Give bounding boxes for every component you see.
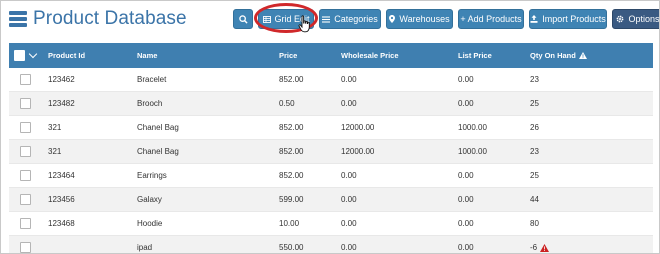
cell-price: 10.00 xyxy=(279,219,300,228)
row-checkbox[interactable] xyxy=(19,98,31,109)
cell-name: Chanel Bag xyxy=(137,123,179,132)
cell-qty-on-hand: 23 xyxy=(530,147,539,156)
cell-product-id: 123482 xyxy=(48,99,75,108)
cell-price: 852.00 xyxy=(279,123,304,132)
table-row[interactable]: 123468 Hoodie 10.00 0.00 0.00 80 xyxy=(9,212,653,236)
table-row[interactable]: 123482 Brooch 0.50 0.00 0.00 25 xyxy=(9,92,653,116)
warehouses-button[interactable]: Warehouses xyxy=(386,9,453,29)
options-button[interactable]: Options xyxy=(612,9,660,29)
cell-qty-on-hand: 80 xyxy=(530,219,539,228)
import-products-button[interactable]: Import Products xyxy=(529,9,607,29)
cell-wholesale-price: 0.00 xyxy=(341,75,357,84)
product-table: Product Id Name Price Wholesale Price Li… xyxy=(9,43,653,253)
cell-wholesale-price: 12000.00 xyxy=(341,147,375,156)
select-all-checkbox[interactable] xyxy=(14,50,25,61)
options-label: Options xyxy=(628,14,660,24)
cell-product-id: 123456 xyxy=(48,195,75,204)
column-header-wholesale-price[interactable]: Wholesale Price xyxy=(334,51,451,60)
column-header-name[interactable]: Name xyxy=(130,51,272,60)
cell-list-price: 0.00 xyxy=(458,219,474,228)
warehouses-label: Warehouses xyxy=(399,14,450,24)
select-all-cell xyxy=(9,49,41,61)
search-icon xyxy=(238,14,248,24)
categories-label: Categories xyxy=(334,14,378,24)
cell-wholesale-price: 12000.00 xyxy=(341,123,375,132)
cell-name: Earrings xyxy=(137,171,167,180)
row-checkbox[interactable] xyxy=(19,146,31,157)
cell-list-price: 0.00 xyxy=(458,195,474,204)
cell-wholesale-price: 0.00 xyxy=(341,219,357,228)
cell-qty-on-hand: -6 xyxy=(523,243,653,252)
qty-on-hand-label: Qty On Hand xyxy=(530,51,576,60)
table-row[interactable]: 123462 Bracelet 852.00 0.00 0.00 23 xyxy=(9,68,653,92)
row-checkbox[interactable] xyxy=(19,122,31,133)
cell-product-id: 123464 xyxy=(48,171,75,180)
qty-value: -6 xyxy=(530,243,538,252)
table-row[interactable]: ipad 550.00 0.00 0.00 -6 xyxy=(9,236,653,253)
chevron-down-icon[interactable] xyxy=(28,49,38,59)
search-button[interactable] xyxy=(233,9,253,29)
gear-icon xyxy=(616,15,624,23)
cell-qty-on-hand: 25 xyxy=(530,99,539,108)
row-checkbox[interactable] xyxy=(19,242,31,253)
cell-product-id: 321 xyxy=(48,147,62,156)
database-icon xyxy=(9,11,27,27)
column-header-product-id[interactable]: Product Id xyxy=(41,51,130,60)
table-header: Product Id Name Price Wholesale Price Li… xyxy=(9,43,653,68)
table-row[interactable]: 321 Chanel Bag 852.00 12000.00 1000.00 2… xyxy=(9,140,653,164)
cell-wholesale-price: 0.00 xyxy=(341,195,357,204)
cell-product-id: 123468 xyxy=(48,219,75,228)
cell-name: Chanel Bag xyxy=(137,147,179,156)
cell-name: Galaxy xyxy=(137,195,162,204)
table-row[interactable]: 123464 Earrings 852.00 0.00 0.00 25 xyxy=(9,164,653,188)
row-checkbox[interactable] xyxy=(19,74,31,85)
add-products-button[interactable]: + Add Products xyxy=(458,9,524,29)
cell-qty-on-hand: 26 xyxy=(530,123,539,132)
page-header: Product Database xyxy=(9,7,187,31)
cell-name: ipad xyxy=(137,243,153,252)
table-row[interactable]: 321 Chanel Bag 852.00 12000.00 1000.00 2… xyxy=(9,116,653,140)
cell-name: Bracelet xyxy=(137,75,167,84)
row-checkbox[interactable] xyxy=(19,218,31,229)
add-products-label: + Add Products xyxy=(460,14,522,24)
cell-list-price: 0.00 xyxy=(458,75,474,84)
cell-qty-on-hand: 44 xyxy=(530,195,539,204)
cell-list-price: 0.00 xyxy=(458,99,474,108)
import-products-label: Import Products xyxy=(542,14,606,24)
cell-name: Hoodie xyxy=(137,219,163,228)
list-icon xyxy=(322,15,331,23)
cell-list-price: 0.00 xyxy=(458,243,474,252)
cell-product-id: 321 xyxy=(48,123,62,132)
cell-price: 852.00 xyxy=(279,147,304,156)
cell-qty-on-hand: 25 xyxy=(530,171,539,180)
row-checkbox[interactable] xyxy=(19,194,31,205)
cell-wholesale-price: 0.00 xyxy=(341,99,357,108)
hand-cursor-icon xyxy=(298,15,310,33)
cell-product-id: 123462 xyxy=(48,75,75,84)
warning-icon xyxy=(578,52,587,59)
column-header-list-price[interactable]: List Price xyxy=(451,51,523,60)
map-marker-icon xyxy=(389,15,396,23)
warning-icon xyxy=(540,243,550,252)
cell-list-price: 1000.00 xyxy=(458,123,487,132)
cell-price: 599.00 xyxy=(279,195,304,204)
row-checkbox[interactable] xyxy=(19,170,31,181)
cell-price: 550.00 xyxy=(279,243,304,252)
cell-price: 852.00 xyxy=(279,75,304,84)
cell-wholesale-price: 0.00 xyxy=(341,171,357,180)
cell-price: 852.00 xyxy=(279,171,304,180)
app-frame: Product Database Grid Edit Categories Wa… xyxy=(0,0,660,254)
cell-list-price: 1000.00 xyxy=(458,147,487,156)
column-header-price[interactable]: Price xyxy=(272,51,334,60)
categories-button[interactable]: Categories xyxy=(319,9,381,29)
upload-icon xyxy=(530,15,538,23)
cell-price: 0.50 xyxy=(279,99,295,108)
cell-name: Brooch xyxy=(137,99,163,108)
table-row[interactable]: 123456 Galaxy 599.00 0.00 0.00 44 xyxy=(9,188,653,212)
cell-list-price: 0.00 xyxy=(458,171,474,180)
cell-wholesale-price: 0.00 xyxy=(341,243,357,252)
cell-qty-on-hand: 23 xyxy=(530,75,539,84)
column-header-qty-on-hand[interactable]: Qty On Hand xyxy=(523,51,653,60)
page-title: Product Database xyxy=(33,8,187,29)
